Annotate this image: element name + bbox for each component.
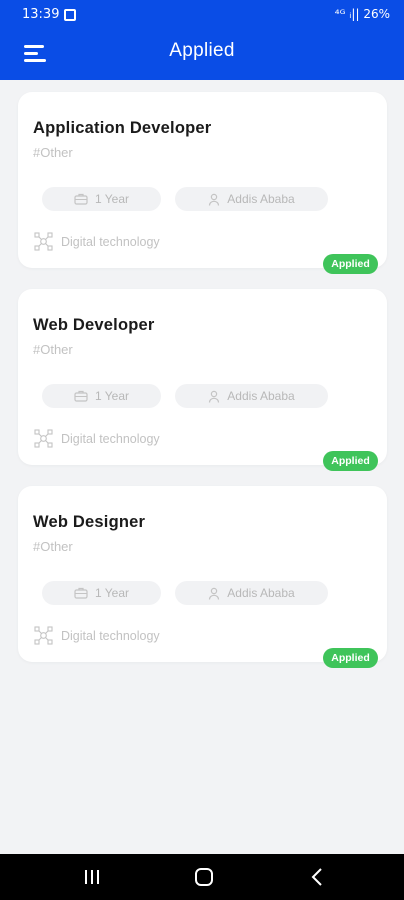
briefcase-icon <box>74 587 88 599</box>
person-location-icon <box>209 193 220 206</box>
job-title: Web Designer <box>33 513 146 531</box>
status-bar: 13:39 ⁴ᴳ ᵢ|| 26% <box>0 0 404 30</box>
briefcase-icon <box>74 193 88 205</box>
job-title: Application Developer <box>33 119 212 137</box>
category-label: Digital technology <box>61 628 160 643</box>
category-row: Digital technology <box>34 626 160 645</box>
status-indicators: ⁴ᴳ ᵢ|| 26% <box>335 7 390 21</box>
status-time: 13:39 <box>22 7 60 22</box>
category-row: Digital technology <box>34 429 160 448</box>
job-tag: #Other <box>33 342 73 357</box>
location-label: Addis Ababa <box>227 586 295 600</box>
gallery-notification-icon <box>64 9 76 21</box>
network-icon <box>34 232 53 251</box>
system-navigation-bar <box>0 854 404 900</box>
applied-jobs-list: Application Developer #Other 1 Year Addi… <box>18 92 387 683</box>
experience-label: 1 Year <box>94 389 130 403</box>
experience-chip: 1 Year <box>42 581 161 605</box>
location-label: Addis Ababa <box>227 389 295 403</box>
experience-label: 1 Year <box>94 586 130 600</box>
experience-chip: 1 Year <box>42 187 161 211</box>
job-tag: #Other <box>33 539 73 554</box>
network-icon <box>34 626 53 645</box>
network-icon <box>34 429 53 448</box>
recent-apps-icon[interactable] <box>83 869 101 885</box>
back-icon[interactable] <box>309 868 325 886</box>
applied-status-badge: Applied <box>323 254 378 274</box>
person-location-icon <box>209 390 220 403</box>
page-title: Applied <box>169 40 235 61</box>
applied-status-badge: Applied <box>323 451 378 471</box>
location-chip: Addis Ababa <box>175 384 328 408</box>
job-card[interactable]: Web Designer #Other 1 Year Addis Ababa D… <box>18 486 387 668</box>
app-bar: Applied <box>0 30 404 80</box>
location-label: Addis Ababa <box>227 192 295 206</box>
home-icon[interactable] <box>194 867 214 887</box>
category-label: Digital technology <box>61 234 160 249</box>
signal-indicators: ⁴ᴳ ᵢ|| 26% <box>334 7 390 21</box>
category-label: Digital technology <box>61 431 160 446</box>
job-card[interactable]: Web Developer #Other 1 Year Addis Ababa … <box>18 289 387 471</box>
person-location-icon <box>209 587 220 600</box>
applied-status-badge: Applied <box>323 648 378 668</box>
briefcase-icon <box>74 390 88 402</box>
job-title: Web Developer <box>33 316 155 334</box>
location-chip: Addis Ababa <box>175 581 328 605</box>
category-row: Digital technology <box>34 232 160 251</box>
job-tag: #Other <box>33 145 73 160</box>
experience-chip: 1 Year <box>42 384 161 408</box>
job-card[interactable]: Application Developer #Other 1 Year Addi… <box>18 92 387 274</box>
location-chip: Addis Ababa <box>175 187 328 211</box>
experience-label: 1 Year <box>94 192 130 206</box>
